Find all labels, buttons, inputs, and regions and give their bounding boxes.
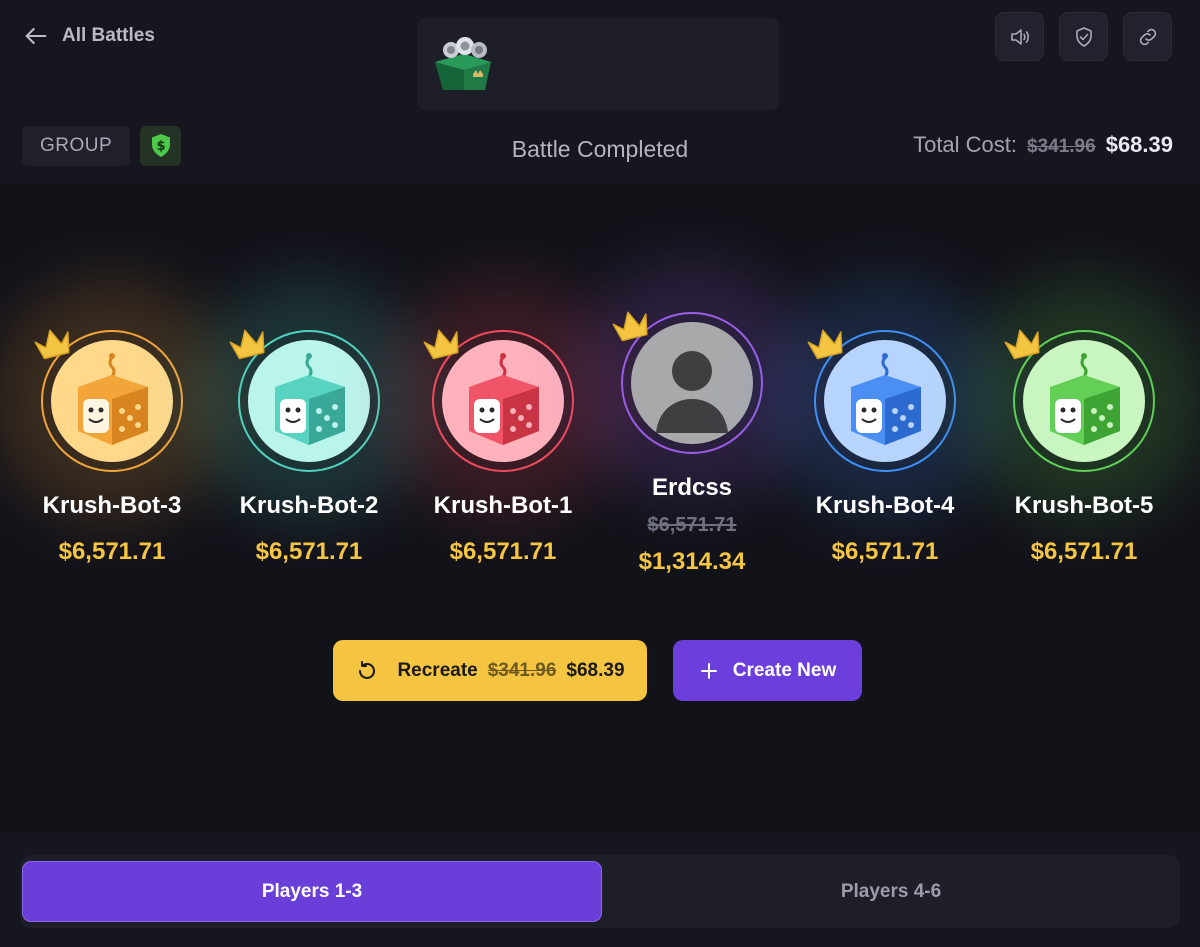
player-value: $6,571.71	[449, 538, 557, 565]
player-card: Krush-Bot-2 $6,571.71	[189, 280, 429, 610]
player-name: Krush-Bot-3	[42, 492, 182, 519]
players-row: Krush-Bot-3 $6,571.71 Krush-Bot-2 $6,571.71…	[0, 262, 1200, 610]
player-name: Erdcss	[651, 474, 733, 501]
arrow-left-icon	[25, 27, 47, 45]
crown-icon	[806, 326, 846, 360]
back-label: All Battles	[62, 25, 155, 46]
recreate-label: Recreate	[397, 659, 478, 681]
player-card: Krush-Bot-1 $6,571.71	[383, 280, 623, 610]
link-icon	[1139, 28, 1156, 45]
player-value: $6,571.71	[1030, 538, 1138, 565]
crown-icon	[33, 326, 73, 360]
recreate-original-price: $341.96	[487, 659, 557, 681]
player-card: Erdcss $6,571.71 $1,314.34	[572, 262, 812, 610]
dice-bot-icon	[469, 353, 539, 445]
provably-fair-button[interactable]	[1059, 12, 1108, 61]
player-original-value: $6,571.71	[647, 514, 737, 536]
player-card: Krush-Bot-4 $6,571.71	[765, 280, 1005, 610]
crown-icon	[228, 326, 268, 360]
player-name: Krush-Bot-4	[815, 492, 955, 519]
plus-icon	[700, 662, 717, 679]
total-cost: Total Cost: $341.96 $68.39	[913, 132, 1173, 158]
player-name: Krush-Bot-1	[433, 492, 573, 519]
total-cost-price: $68.39	[1105, 132, 1173, 157]
player-value: $6,571.71	[58, 538, 166, 565]
create-new-button[interactable]: Create New	[673, 640, 862, 701]
back-to-all-battles-link[interactable]: All Battles	[22, 22, 155, 50]
dice-bot-icon	[275, 353, 345, 445]
player-card: Krush-Bot-3 $6,571.71	[0, 280, 232, 610]
shield-check-icon	[1075, 26, 1092, 47]
tab-players-1-3[interactable]: Players 1-3	[22, 861, 602, 922]
recreate-button[interactable]: Recreate $341.96 $68.39	[333, 640, 647, 701]
player-name: Krush-Bot-5	[1014, 492, 1154, 519]
dice-bot-icon	[78, 353, 148, 445]
dice-bot-icon	[851, 353, 921, 445]
case-preview	[417, 18, 779, 110]
tab-players-4-6[interactable]: Players 4-6	[602, 861, 1180, 922]
player-value: $6,571.71	[831, 538, 939, 565]
crown-icon	[1003, 326, 1043, 360]
battle-header: All Battles GROUP $ Battle Completed Tot…	[0, 0, 1200, 184]
recreate-price: $68.39	[566, 659, 625, 681]
player-value: $1,314.34	[638, 548, 746, 575]
player-page-tabs: Players 1-3 Players 4-6	[20, 855, 1180, 928]
sound-toggle-button[interactable]	[995, 12, 1044, 61]
total-cost-label: Total Cost:	[913, 132, 1018, 157]
player-name: Krush-Bot-2	[239, 492, 379, 519]
rolex-case-icon	[435, 37, 491, 90]
refresh-icon	[359, 660, 376, 679]
crown-icon	[422, 326, 462, 360]
total-cost-original: $341.96	[1027, 136, 1096, 157]
crown-icon	[611, 308, 651, 342]
player-card: Krush-Bot-5 $6,571.71	[964, 280, 1200, 610]
volume-icon	[1010, 28, 1029, 45]
dice-bot-icon	[1050, 353, 1120, 445]
create-new-label: Create New	[732, 659, 837, 681]
copy-link-button[interactable]	[1123, 12, 1172, 61]
player-value: $6,571.71	[255, 538, 363, 565]
user-silhouette-icon	[656, 351, 728, 433]
